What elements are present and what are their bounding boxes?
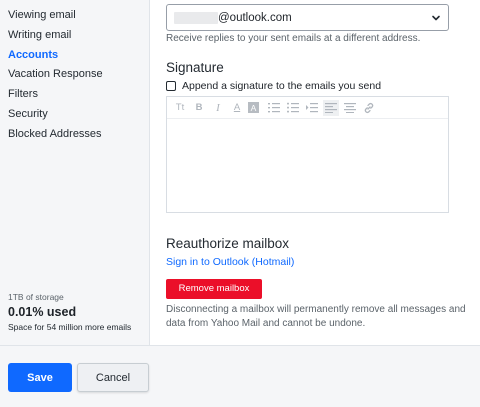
italic-icon[interactable]: I: [210, 100, 226, 116]
reply-to-email-domain: @outlook.com: [218, 11, 292, 24]
signature-checkbox[interactable]: [166, 81, 176, 91]
highlight-color-icon[interactable]: A: [248, 102, 259, 113]
signature-checkbox-label: Append a signature to the emails you sen…: [182, 80, 382, 92]
bold-icon[interactable]: B: [191, 100, 207, 116]
bullet-list-icon[interactable]: [285, 100, 301, 116]
account-settings-panel: @outlook.com Receive replies to your sen…: [150, 0, 480, 345]
nav-item-security[interactable]: Security: [0, 105, 149, 125]
remove-mailbox-button[interactable]: Remove mailbox: [166, 279, 262, 299]
nav-item-blocked-addresses[interactable]: Blocked Addresses: [0, 125, 149, 145]
settings-footer: Save Cancel: [0, 345, 480, 407]
save-button[interactable]: Save: [8, 363, 72, 392]
settings-nav: Viewing email Writing email Accounts Vac…: [0, 0, 149, 145]
nav-item-accounts[interactable]: Accounts: [0, 46, 149, 66]
font-color-icon[interactable]: A: [229, 100, 245, 116]
link-icon[interactable]: [361, 100, 377, 116]
align-left-icon[interactable]: [323, 99, 339, 116]
nav-item-writing-email[interactable]: Writing email: [0, 26, 149, 46]
numbered-list-icon[interactable]: [266, 100, 282, 116]
signature-title: Signature: [166, 60, 224, 75]
reply-to-select[interactable]: @outlook.com: [166, 4, 449, 31]
cancel-button[interactable]: Cancel: [77, 363, 149, 392]
signin-outlook-link[interactable]: Sign in to Outlook (Hotmail): [166, 256, 294, 268]
settings-sidebar: Viewing email Writing email Accounts Vac…: [0, 0, 150, 345]
signature-checkbox-row[interactable]: Append a signature to the emails you sen…: [166, 80, 381, 92]
storage-info: 1TB of storage 0.01% used Space for 54 m…: [8, 292, 148, 332]
signature-editor[interactable]: Tt B I A A: [166, 96, 449, 213]
storage-used: 0.01% used: [8, 305, 77, 319]
text-size-icon[interactable]: Tt: [172, 100, 188, 116]
redacted-email-mask: [174, 11, 218, 24]
nav-item-viewing-email[interactable]: Viewing email: [0, 6, 149, 26]
nav-item-vacation-response[interactable]: Vacation Response: [0, 65, 149, 85]
editor-toolbar: Tt B I A A: [167, 97, 448, 119]
reply-to-help: Receive replies to your sent emails at a…: [166, 33, 421, 44]
storage-total: 1TB of storage: [8, 292, 64, 302]
storage-note: Space for 54 million more emails: [8, 322, 132, 332]
align-center-icon[interactable]: [342, 100, 358, 116]
indent-icon[interactable]: [304, 100, 320, 116]
reauthorize-title: Reauthorize mailbox: [166, 236, 290, 251]
nav-item-filters[interactable]: Filters: [0, 85, 149, 105]
remove-warning-text: Disconnecting a mailbox will permanently…: [166, 304, 466, 329]
chevron-down-icon: [432, 15, 440, 21]
